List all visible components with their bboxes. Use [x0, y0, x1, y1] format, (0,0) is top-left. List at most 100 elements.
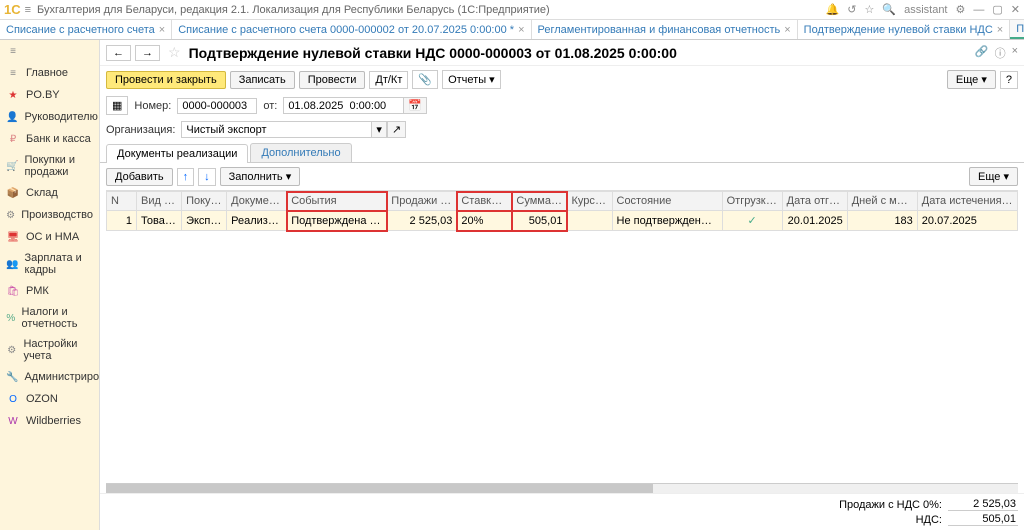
sidebar-item-6[interactable]: ⚙Производство	[0, 204, 99, 226]
sidebar-item-14[interactable]: WWildberries	[0, 410, 99, 432]
column-header[interactable]: Вид це...	[137, 192, 182, 211]
post-button[interactable]: Провести	[299, 71, 366, 89]
sidebar-item-3[interactable]: ₽Банк и касса	[0, 128, 99, 150]
dt-kt-button[interactable]: Дт/Кт	[369, 71, 408, 89]
document-title: Подтверждение нулевой ставки НДС 0000-00…	[189, 45, 677, 61]
column-header[interactable]: События	[287, 192, 387, 211]
column-header[interactable]: Состояние	[612, 192, 722, 211]
sidebar-item-1[interactable]: ★ PO.BY	[0, 84, 99, 106]
forward-button[interactable]: →	[135, 45, 160, 61]
number-input[interactable]	[177, 98, 257, 114]
add-row-button[interactable]: Добавить	[106, 168, 173, 186]
sidebar-item-10[interactable]: %Налоги и отчетность	[0, 302, 99, 334]
dropdown-icon[interactable]: ▾	[371, 121, 387, 138]
barcode-button[interactable]: ▦	[106, 96, 128, 115]
close-icon[interactable]: ×	[784, 24, 790, 36]
sidebar-item-4[interactable]: 🛒Покупки и продажи	[0, 150, 99, 182]
sidebar-item-5[interactable]: 📦Склад	[0, 182, 99, 204]
sidebar-item-9[interactable]: 🛍РМК	[0, 280, 99, 302]
column-header[interactable]: Документ ре...	[227, 192, 287, 211]
close-icon[interactable]: ×	[159, 24, 165, 36]
tab-4[interactable]: Подтверждение нулевой ставки НДС 0000-00…	[1010, 20, 1024, 39]
column-header[interactable]: Курсова...	[567, 192, 612, 211]
settings-icon[interactable]: ⚙	[956, 3, 966, 16]
vat-cell[interactable]: 505,01	[512, 211, 567, 231]
open-icon[interactable]: ↗	[387, 121, 406, 138]
event-cell[interactable]: Подтверждена ставка 0%	[287, 211, 387, 231]
table-more-button[interactable]: Еще ▾	[969, 167, 1018, 186]
move-down-button[interactable]: ↓	[198, 168, 216, 186]
minimize-icon[interactable]: —	[973, 4, 984, 16]
back-button[interactable]: ←	[106, 45, 131, 61]
from-label: от:	[263, 100, 277, 112]
subtab-docs[interactable]: Документы реализации	[106, 144, 248, 163]
help-button[interactable]: ?	[1000, 71, 1018, 89]
post-and-close-button[interactable]: Провести и закрыть	[106, 71, 226, 89]
footer-vat-value: 505,01	[948, 513, 1018, 526]
link-icon[interactable]: 🔗	[975, 45, 989, 61]
sidebar-icon: %	[6, 311, 16, 325]
realization-table[interactable]: NВид це...Покупа...Документ ре...События…	[106, 191, 1018, 231]
attach-button[interactable]: 📎	[412, 70, 438, 89]
column-header[interactable]: Дата истечения срока 180 д...	[917, 192, 1017, 211]
close-icon[interactable]: ×	[518, 24, 524, 36]
rate-cell[interactable]: 20%	[457, 211, 512, 231]
tab-2[interactable]: Регламентированная и финансовая отчетнос…	[532, 20, 798, 39]
column-header[interactable]: Продажи с НДС 0%	[387, 192, 457, 211]
sidebar-label: Руководителю	[24, 111, 97, 123]
footer-sales-label: Продажи с НДС 0%:	[839, 499, 942, 511]
sidebar-item-7[interactable]: 🖥ОС и НМА	[0, 226, 99, 248]
horizontal-scrollbar[interactable]	[106, 483, 1018, 493]
sidebar-label: Администрирование	[24, 371, 100, 383]
favorite-icon[interactable]: ☆	[168, 44, 181, 61]
sidebar-label: PO.BY	[26, 89, 60, 101]
column-header[interactable]: Покупа...	[182, 192, 227, 211]
column-header[interactable]: Отгрузка в ЕАЭС	[722, 192, 782, 211]
sidebar-icon: 🖥	[6, 230, 20, 244]
bell-icon[interactable]: 🔔	[826, 3, 840, 16]
column-header[interactable]: Дней с момента...	[847, 192, 917, 211]
column-header[interactable]: Дата отгрузки	[782, 192, 847, 211]
sidebar-icon: 🔧	[6, 370, 18, 384]
help-icon[interactable]: ⓘ	[995, 45, 1006, 61]
column-header[interactable]: Ставка НДС	[457, 192, 512, 211]
tab-1[interactable]: Списание с расчетного счета 0000-000002 …	[172, 20, 531, 39]
close-doc-icon[interactable]: ×	[1012, 45, 1018, 61]
checkbox-cell[interactable]: ✓	[722, 211, 782, 231]
write-button[interactable]: Записать	[230, 71, 295, 89]
sidebar-icon: 🛍	[6, 284, 20, 298]
sidebar-item-8[interactable]: 👥Зарплата и кадры	[0, 248, 99, 280]
sidebar-icon: ⚙	[6, 343, 17, 357]
sidebar-icon: 👤	[6, 110, 18, 124]
search-icon[interactable]: 🔍	[882, 3, 896, 16]
sidebar-label: Производство	[21, 209, 93, 221]
move-up-button[interactable]: ↑	[177, 168, 195, 186]
sidebar-icon: ★	[6, 88, 20, 102]
date-input[interactable]	[283, 97, 403, 114]
sidebar-item-11[interactable]: ⚙Настройки учета	[0, 334, 99, 366]
sidebar-item-0[interactable]: ≡Главное	[0, 62, 99, 84]
table-row[interactable]: 1 Товары Экспорт Реализация ... Подтверж…	[107, 211, 1018, 231]
sidebar-icon: 🛒	[6, 159, 18, 173]
star-icon[interactable]: ☆	[865, 3, 875, 16]
maximize-icon[interactable]: ▢	[992, 3, 1002, 16]
main-menu-icon[interactable]: ≡	[25, 4, 31, 16]
fill-button[interactable]: Заполнить ▾	[220, 167, 301, 186]
history-icon[interactable]: ↺	[847, 3, 856, 16]
column-header[interactable]: Сумма НДС	[512, 192, 567, 211]
sidebar-toggle[interactable]: ≡	[0, 40, 99, 62]
sidebar-item-12[interactable]: 🔧 Администрирование	[0, 366, 99, 388]
sidebar-item-2[interactable]: 👤 Руководителю	[0, 106, 99, 128]
sidebar-icon: 👥	[6, 257, 18, 271]
tab-0[interactable]: Списание с расчетного счета×	[0, 20, 172, 39]
more-button[interactable]: Еще ▾	[947, 70, 996, 89]
tab-3[interactable]: Подтверждение нулевой ставки НДС×	[798, 20, 1011, 39]
sidebar-item-13[interactable]: OOZON	[0, 388, 99, 410]
reports-button[interactable]: Отчеты ▾	[442, 70, 501, 89]
close-icon[interactable]: ×	[997, 24, 1003, 36]
close-icon[interactable]: ✕	[1011, 3, 1020, 16]
column-header[interactable]: N	[107, 192, 137, 211]
org-input[interactable]	[181, 121, 371, 138]
subtab-additional[interactable]: Дополнительно	[250, 143, 351, 162]
calendar-icon[interactable]: 📅	[403, 97, 427, 114]
